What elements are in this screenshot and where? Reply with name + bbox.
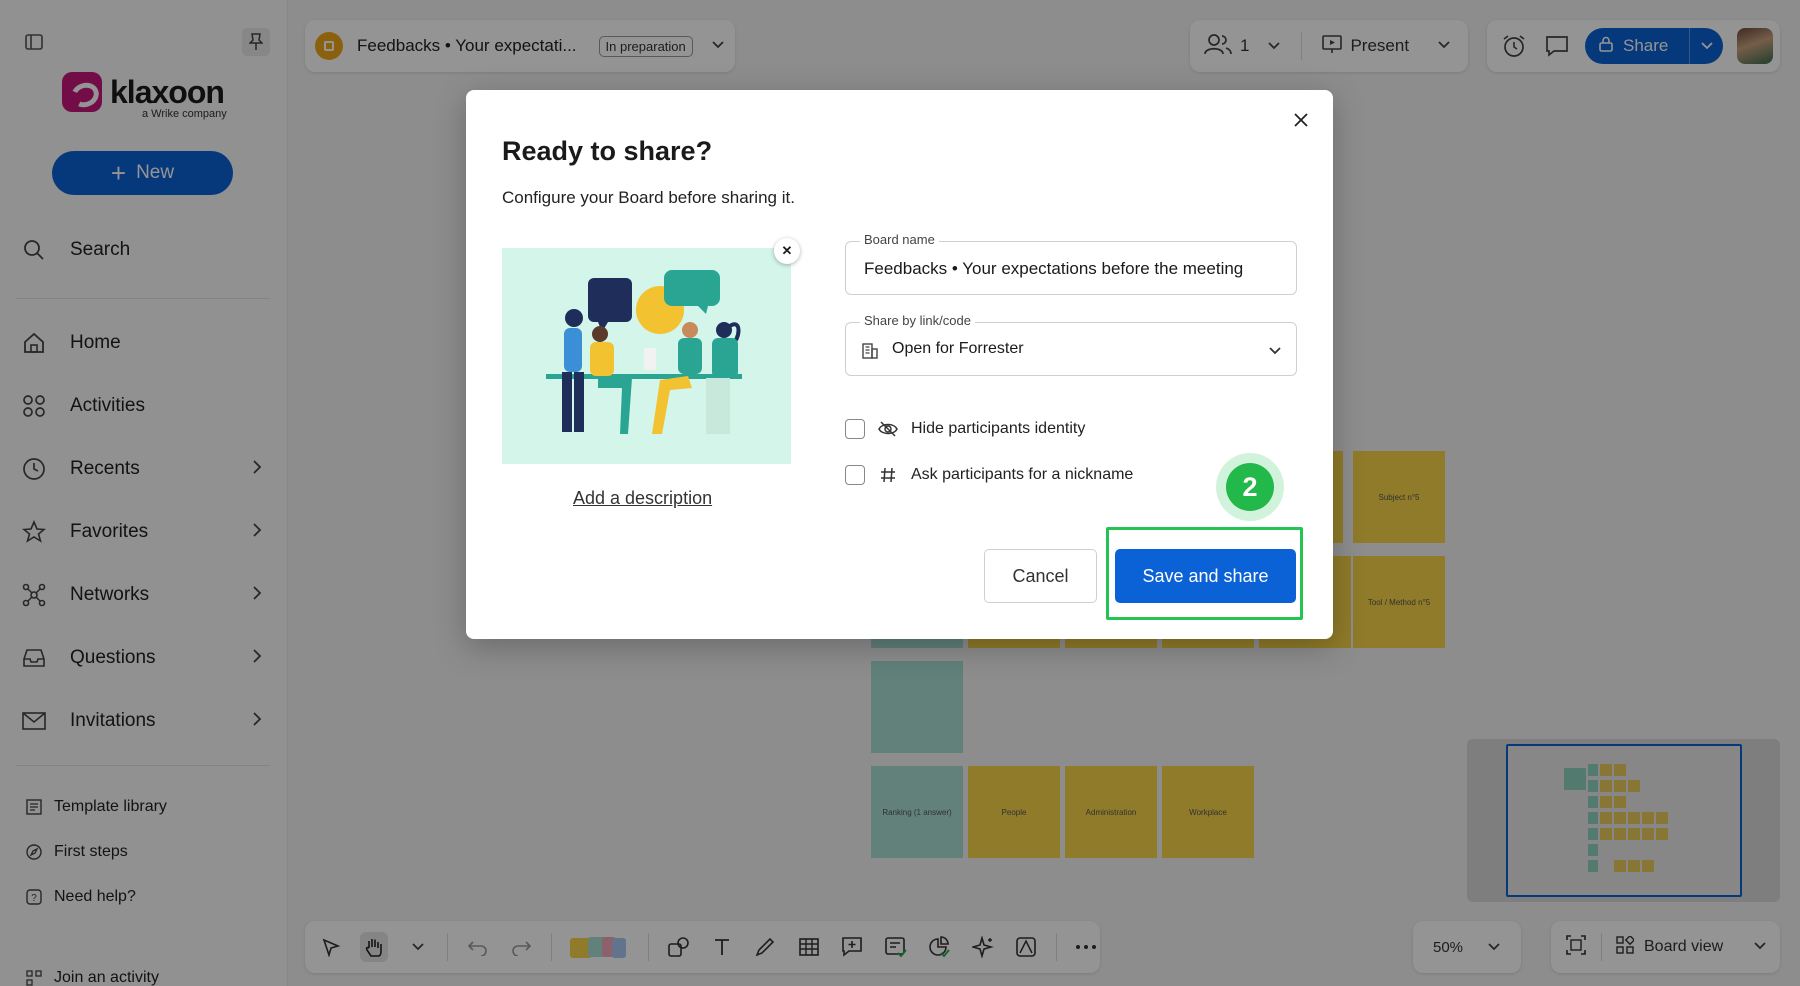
close-icon[interactable] (1289, 108, 1313, 132)
building-icon (862, 341, 878, 364)
nickname-label: Ask participants for a nickname (911, 466, 1134, 483)
hide-identity-option[interactable]: Hide participants identity (845, 419, 1085, 439)
remove-image-icon[interactable]: ✕ (774, 238, 800, 264)
step-number: 2 (1226, 463, 1274, 511)
share-by-link-select[interactable]: Share by link/code Open for Forrester (845, 313, 1297, 376)
hide-identity-label: Hide participants identity (911, 420, 1086, 437)
cancel-button[interactable]: Cancel (984, 549, 1097, 603)
share-by-link-value: Open for Forrester (892, 340, 1024, 357)
nickname-checkbox[interactable] (845, 465, 865, 485)
add-description-link[interactable]: Add a description (573, 488, 712, 509)
dialog-title: Ready to share? (502, 136, 713, 166)
dialog-subtitle: Configure your Board before sharing it. (502, 188, 795, 207)
hide-identity-checkbox[interactable] (845, 419, 865, 439)
step-badge: 2 (1216, 453, 1284, 521)
share-by-link-label: Share by link/code (860, 313, 975, 328)
board-name-label: Board name (860, 232, 939, 247)
board-name-input[interactable]: Feedbacks • Your expectations before the… (864, 259, 1243, 279)
eye-off-icon (877, 421, 899, 437)
hashtag-icon (877, 467, 899, 483)
save-and-share-button[interactable]: Save and share (1115, 549, 1296, 603)
share-dialog: Ready to share? Configure your Board bef… (466, 90, 1333, 639)
board-name-field[interactable]: Board name Feedbacks • Your expectations… (845, 232, 1297, 295)
nickname-option[interactable]: Ask participants for a nickname (845, 465, 1133, 485)
board-cover-image (502, 248, 791, 464)
chevron-down-icon (1268, 343, 1282, 361)
